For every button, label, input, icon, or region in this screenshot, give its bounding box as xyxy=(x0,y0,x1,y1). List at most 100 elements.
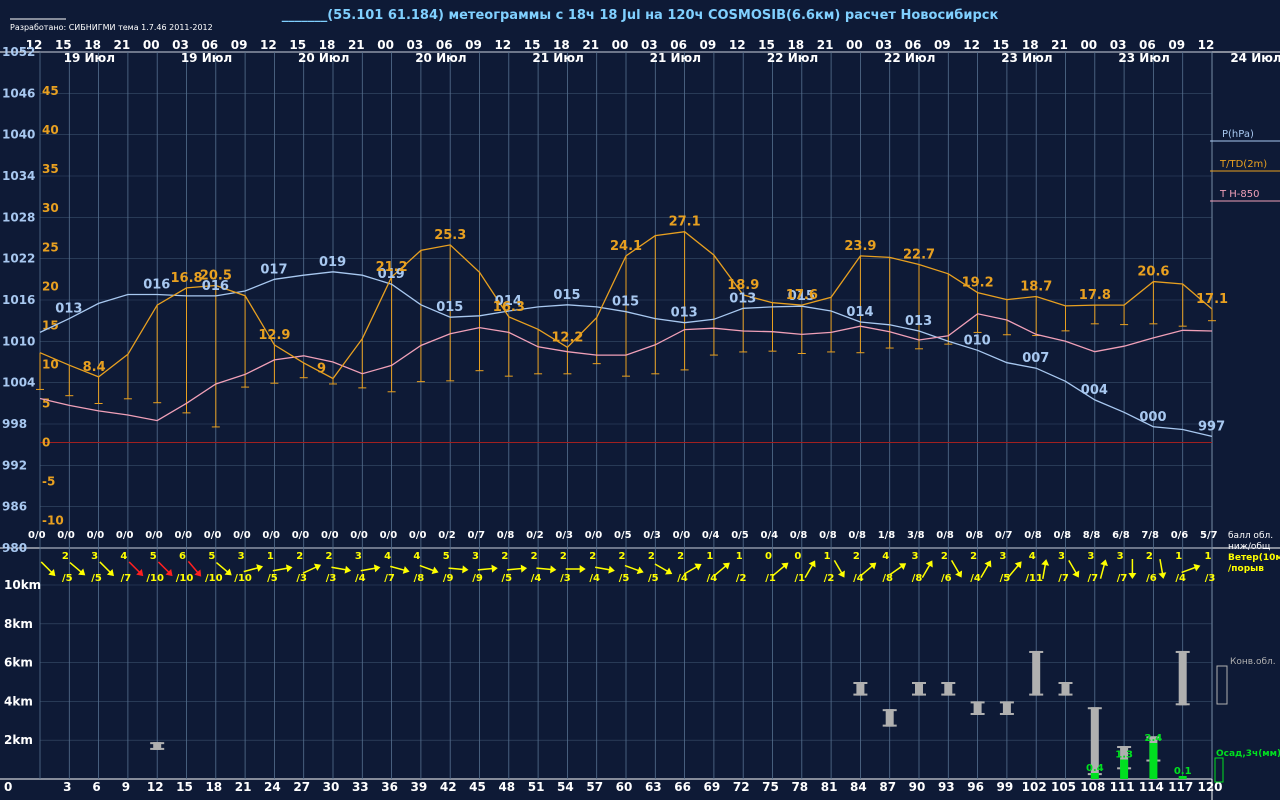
top-hour-label: 06 xyxy=(201,38,218,52)
conv-cloud-cap-top xyxy=(1175,650,1190,653)
conv-cloud-cap-top xyxy=(1087,707,1102,710)
cloud-amount-label: 0/0 xyxy=(585,530,603,541)
pressure-data-label: 015 xyxy=(553,288,580,303)
top-hour-label: 03 xyxy=(407,38,424,52)
cloud-amount-label: 0/0 xyxy=(409,530,427,541)
temperature-data-label: 17.8 xyxy=(1079,288,1111,303)
pressure-data-label: 013 xyxy=(905,314,932,329)
cloud-amount-label: 0/8 xyxy=(1024,530,1042,541)
cloud-amount-label: 0/8 xyxy=(819,530,837,541)
pressure-tick-label: 1016 xyxy=(2,293,35,307)
date-label: 19 Июл xyxy=(64,51,115,65)
wind-gust-label: /9 xyxy=(443,573,454,584)
date-label: 20 Июл xyxy=(415,51,466,65)
x-tick-label: 3 xyxy=(63,780,71,794)
top-hour-label: 09 xyxy=(231,38,248,52)
cloud-amount-label: 6/8 xyxy=(1112,530,1130,541)
temperature-data-label: 22.7 xyxy=(903,247,935,262)
pressure-data-label: 013 xyxy=(55,302,82,317)
pressure-tick-label: 1046 xyxy=(2,86,35,100)
wind-speed-label: 2 xyxy=(853,551,860,562)
wind-speed-label: 4 xyxy=(413,551,420,562)
cloud-amount-label: 0/8 xyxy=(790,530,808,541)
wind-speed-label: 3 xyxy=(91,551,98,562)
wind-gust-label: /1 xyxy=(794,573,805,584)
conv-cloud-stem xyxy=(1061,682,1070,696)
top-hour-label: 21 xyxy=(1051,38,1068,52)
wind-speed-label: 3 xyxy=(1058,551,1065,562)
x-tick-label: 21 xyxy=(235,780,252,794)
cloud-amount-label: 0/8 xyxy=(936,530,954,541)
temperature-tick-label: 0 xyxy=(42,436,50,450)
x-tick-label: 51 xyxy=(528,780,545,794)
date-label: 19 Июл xyxy=(181,51,232,65)
temperature-data-label: 18.7 xyxy=(1020,279,1052,294)
conv-cloud-stem xyxy=(1002,701,1011,715)
date-label: 22 Июл xyxy=(767,51,818,65)
wind-gust-label: /3 xyxy=(296,573,307,584)
top-hour-label: 09 xyxy=(465,38,482,52)
legend-line: ниж/общ xyxy=(1228,542,1271,552)
height-tick-label: 6km xyxy=(4,656,33,670)
x-tick-label: 66 xyxy=(674,780,691,794)
top-hour-label: 03 xyxy=(875,38,892,52)
date-label: 21 Июл xyxy=(650,51,701,65)
pressure-tick-label: 1004 xyxy=(2,376,35,390)
wind-gust-label: /4 xyxy=(355,573,366,584)
top-hour-label: 00 xyxy=(612,38,629,52)
wind-speed-label: 5 xyxy=(208,551,215,562)
wind-speed-label: 1 xyxy=(706,551,713,562)
pressure-data-label: 997 xyxy=(1198,419,1225,434)
top-hour-label: 06 xyxy=(1139,38,1156,52)
top-hour-label: 21 xyxy=(817,38,834,52)
conv-cloud-cap-top xyxy=(941,682,956,684)
x-tick-label: 96 xyxy=(967,780,984,794)
wind-speed-label: 3 xyxy=(912,551,919,562)
top-hour-label: 18 xyxy=(787,38,804,52)
temperature-tick-label: 30 xyxy=(42,201,59,215)
temperature-data-label: 21.2 xyxy=(376,260,408,275)
top-hour-label: 03 xyxy=(1110,38,1127,52)
top-hour-label: 12 xyxy=(963,38,980,52)
chart-title: _______(55.101 61.184) метеограммы с 18ч… xyxy=(282,8,999,23)
temperature-data-label: 17.6 xyxy=(786,288,818,303)
wind-speed-label: 4 xyxy=(1029,551,1036,562)
wind-gust-label: /6 xyxy=(1146,573,1157,584)
cloud-amount-label: 0/0 xyxy=(673,530,691,541)
cloud-amount-label: 0/0 xyxy=(145,530,163,541)
top-hour-label: 12 xyxy=(494,38,511,52)
wind-gust-label: /10 xyxy=(234,573,252,584)
top-hour-label: 21 xyxy=(348,38,365,52)
top-hour-label: 18 xyxy=(553,38,570,52)
pressure-data-label: 000 xyxy=(1139,410,1166,425)
temperature-data-label: 16.8 xyxy=(171,271,203,286)
top-hour-label: 06 xyxy=(436,38,453,52)
conv-cloud-cap-bottom xyxy=(1175,703,1190,706)
x-tick-label: 60 xyxy=(616,780,633,794)
legend-conv-clouds: Конв.обл. xyxy=(1230,657,1276,667)
temperature-tick-label: 20 xyxy=(42,279,59,293)
x-tick-label: 84 xyxy=(850,780,867,794)
wind-speed-label: 3 xyxy=(472,551,479,562)
pressure-data-label: 013 xyxy=(729,291,756,306)
temperature-data-label: 18.9 xyxy=(727,278,759,293)
top-hour-label: 09 xyxy=(934,38,951,52)
temperature-data-label: 17.1 xyxy=(1196,292,1228,307)
cloud-amount-label: 3/8 xyxy=(907,530,925,541)
cloud-amount-label: 0/5 xyxy=(614,530,632,541)
pressure-data-label: 013 xyxy=(671,306,698,321)
precip-label: 2.4 xyxy=(1145,733,1163,744)
cloud-amount-label: 0/0 xyxy=(262,530,280,541)
pressure-tick-label: 992 xyxy=(2,458,27,472)
x-tick-label: 33 xyxy=(352,780,369,794)
pressure-tick-label: 1010 xyxy=(2,334,35,348)
top-hour-label: 03 xyxy=(641,38,658,52)
conv-cloud-cap-top xyxy=(999,701,1014,704)
x-tick-label: 24 xyxy=(264,780,281,794)
pressure-data-label: 017 xyxy=(260,262,287,277)
x-tick-label: 12 xyxy=(147,780,164,794)
conv-cloud-cap-top xyxy=(150,742,165,745)
top-hour-label: 18 xyxy=(319,38,336,52)
temperature-data-label: 27.1 xyxy=(669,215,701,230)
wind-gust-label: /10 xyxy=(176,573,194,584)
